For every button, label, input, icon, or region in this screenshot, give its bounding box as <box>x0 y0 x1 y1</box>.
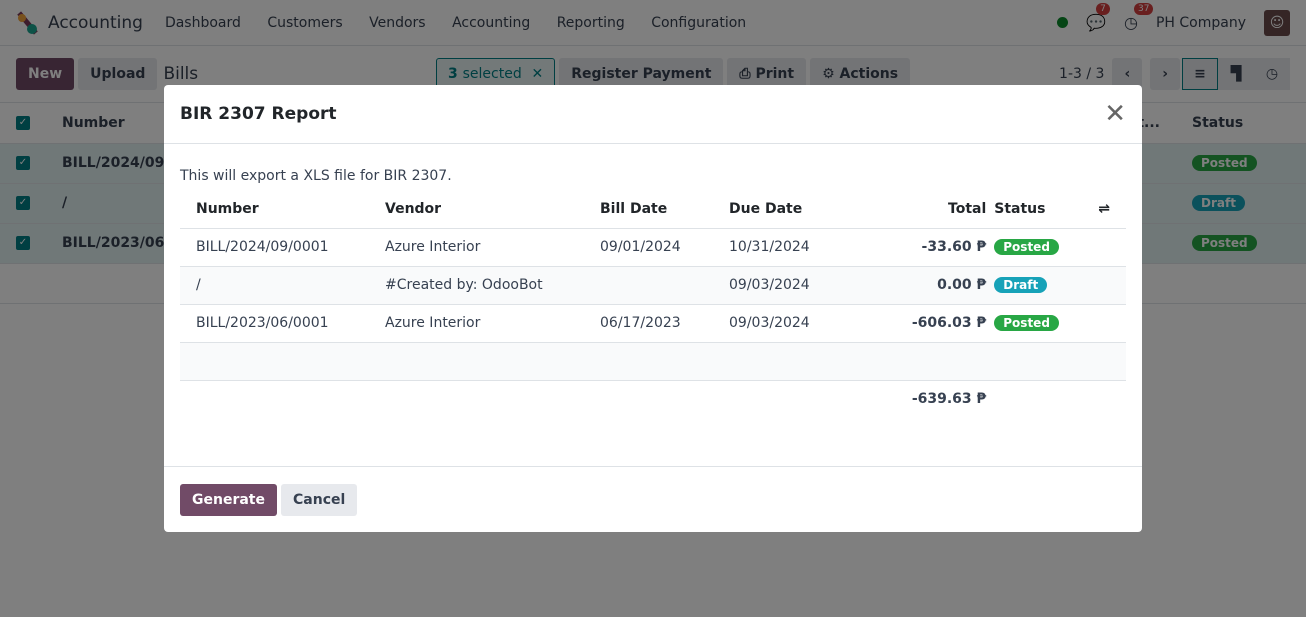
cell-vendor: Azure Interior <box>369 228 584 267</box>
cell-vendor: #Created by: OdooBot <box>369 266 584 305</box>
cell-bill-date: 06/17/2023 <box>584 304 713 343</box>
cell-total: -33.60 ₱ <box>853 228 993 267</box>
cell-due-date: 09/03/2024 <box>713 304 853 343</box>
table-row[interactable]: BILL/2024/09/0001 Azure Interior 09/01/202… <box>180 228 1126 267</box>
column-due-date[interactable]: Due Date <box>713 190 853 229</box>
column-bill-date[interactable]: Bill Date <box>584 190 713 229</box>
status-badge: Posted <box>994 239 1059 255</box>
cell-total: -606.03 ₱ <box>853 304 993 343</box>
status-badge: Posted <box>994 315 1059 331</box>
table-row[interactable]: / #Created by: OdooBot 09/03/2024 0.00 ₱ Dra… <box>180 266 1126 305</box>
cell-total: 0.00 ₱ <box>853 266 993 305</box>
dialog-title: BIR 2307 Report <box>180 104 337 124</box>
cell-due-date: 09/03/2024 <box>713 266 853 305</box>
cell-number: BILL/2024/09/0001 <box>180 228 369 267</box>
column-vendor[interactable]: Vendor <box>369 190 584 229</box>
column-total[interactable]: Total <box>853 190 993 229</box>
cell-bill-date: 09/01/2024 <box>584 228 713 267</box>
cell-due-date: 10/31/2024 <box>713 228 853 267</box>
bills-table: Number Vendor Bill Date Due Date Total S… <box>180 190 1126 418</box>
cell-vendor: Azure Interior <box>369 304 584 343</box>
grand-total: -639.63 ₱ <box>911 391 987 408</box>
table-row[interactable]: BILL/2023/06/0001 Azure Interior 06/17/202… <box>180 304 1126 343</box>
bir-2307-dialog: BIR 2307 Report ✕ This will export a XLS… <box>164 85 1142 532</box>
close-icon[interactable]: ✕ <box>1104 99 1126 129</box>
cancel-button[interactable]: Cancel <box>281 483 358 516</box>
optional-columns-icon[interactable]: ⇌ <box>1082 190 1126 229</box>
generate-button[interactable]: Generate <box>180 483 277 516</box>
cell-number: / <box>180 266 369 305</box>
column-status[interactable]: Status <box>992 190 1083 229</box>
cell-number: BILL/2023/06/0001 <box>180 304 369 343</box>
dialog-intro: This will export a XLS file for BIR 2307… <box>180 168 452 184</box>
status-badge: Draft <box>994 277 1048 293</box>
cell-bill-date <box>584 266 713 305</box>
column-number[interactable]: Number <box>180 190 369 229</box>
